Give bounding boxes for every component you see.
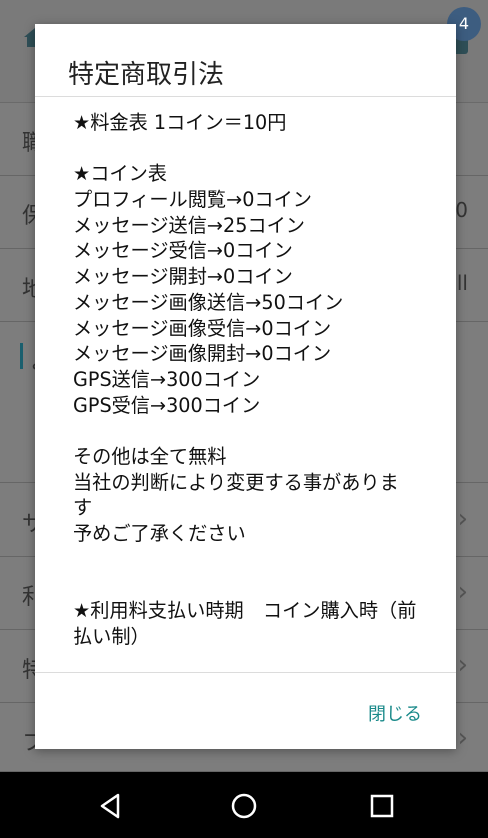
body-line: プロフィール閲覧→0コイン <box>73 188 312 212</box>
body-line: メッセージ受信→0コイン <box>73 239 293 263</box>
list-item-value: ll <box>456 271 468 295</box>
chevron-right-icon: › <box>457 650 468 680</box>
body-gap <box>73 418 443 444</box>
body-line: ★コイン表 <box>73 162 167 186</box>
system-nav-bar <box>0 772 488 838</box>
body-line: メッセージ送信→25コイン <box>73 213 305 237</box>
accent-bar <box>20 343 23 369</box>
back-icon[interactable] <box>94 790 126 822</box>
legal-dialog: 特定商取引法 ★料金表 1コイン＝10円 ★コイン表 プロフィール閲覧→0コイン… <box>35 24 456 749</box>
body-line: メッセージ開封→0コイン <box>73 265 293 289</box>
title-divider <box>35 96 456 97</box>
body-line: メッセージ画像送信→50コイン <box>73 290 344 314</box>
body-line: GPS受信→300コイン <box>73 393 261 417</box>
body-gap <box>73 572 443 598</box>
body-gap <box>73 136 443 162</box>
body-line: ★料金表 1コイン＝10円 <box>73 111 287 134</box>
body-line: 予めご了承ください <box>73 522 246 546</box>
body-line: GPS送信→300コイン <box>73 367 261 391</box>
body-line: その他は全て無料 <box>73 444 227 468</box>
dialog-title: 特定商取引法 <box>68 60 225 90</box>
body-line: 当社の判断により変更する事がありま す <box>73 470 399 520</box>
dialog-body: ★料金表 1コイン＝10円 ★コイン表 プロフィール閲覧→0コイン メッセージ送… <box>73 110 443 650</box>
chevron-right-icon: › <box>457 504 468 534</box>
chevron-right-icon: › <box>457 577 468 607</box>
list-item-value: 0 <box>455 198 468 222</box>
footer-divider <box>35 672 456 673</box>
recents-square-icon[interactable] <box>366 790 398 822</box>
body-line: ★利用料支払い時期 コイン購入時（前払い制） <box>73 599 417 648</box>
body-gap <box>73 547 443 573</box>
chevron-right-icon: › <box>457 723 468 753</box>
close-button[interactable]: 閉じる <box>368 700 422 726</box>
body-line: メッセージ画像開封→0コイン <box>73 342 332 366</box>
home-circle-icon[interactable] <box>228 790 260 822</box>
body-line: メッセージ画像受信→0コイン <box>73 316 332 340</box>
